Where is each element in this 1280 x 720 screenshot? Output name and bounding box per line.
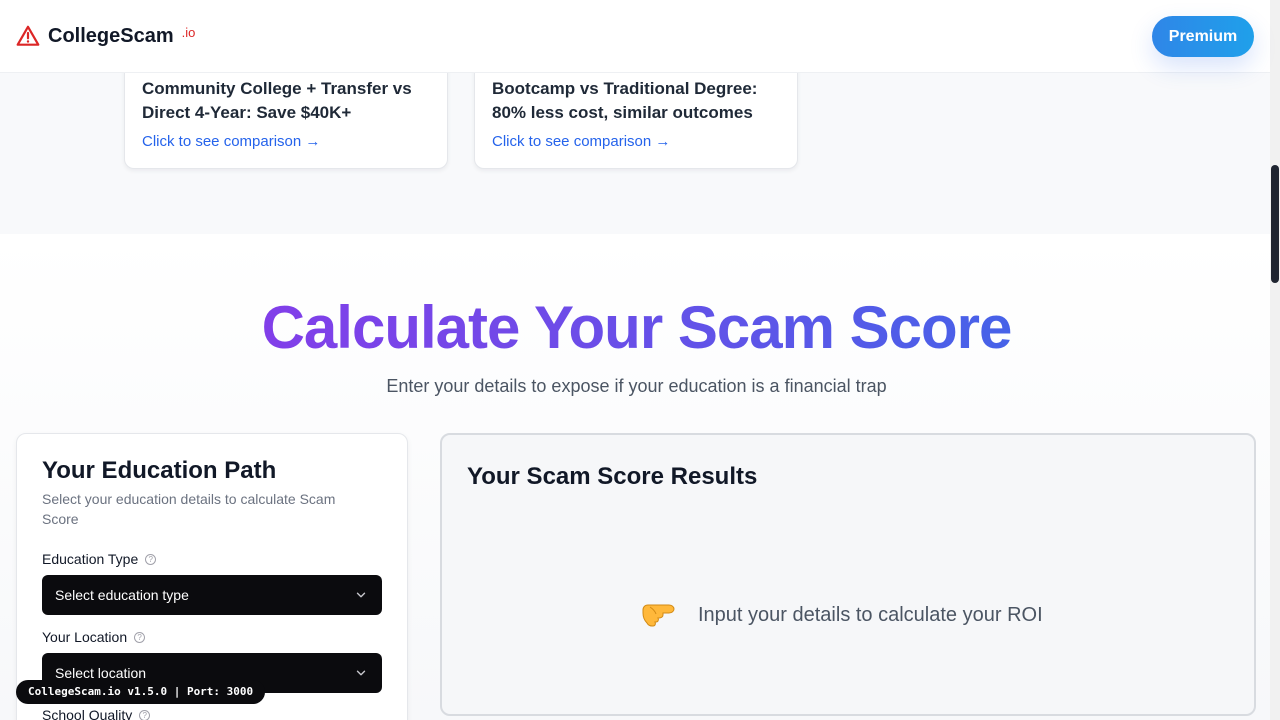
location-label: Your Location ?	[42, 629, 146, 645]
page: Community College + Transfer vs Direct 4…	[0, 0, 1280, 720]
education-type-label: Education Type ?	[42, 551, 157, 567]
page-scrollbar[interactable]	[1270, 0, 1280, 720]
site-header: CollegeScam .io Premium	[0, 0, 1270, 73]
school-quality-label: School Quality ?	[42, 707, 151, 720]
scrollbar-thumb[interactable]	[1271, 165, 1279, 283]
brand-name: CollegeScam	[48, 24, 174, 47]
brand-tld: .io	[181, 24, 196, 40]
location-label-text: Your Location	[42, 629, 128, 645]
help-icon[interactable]: ?	[134, 631, 146, 643]
calculator-title: Calculate Your Scam Score	[0, 293, 1273, 363]
pointing-hand-icon	[642, 604, 675, 627]
education-type-value: Select education type	[55, 587, 189, 603]
help-icon[interactable]: ?	[139, 709, 151, 720]
comparison-link[interactable]: Click to see comparison →	[142, 133, 320, 150]
results-empty-state: Input your details to calculate your ROI	[638, 598, 1043, 632]
results-card: Your Scam Score Results Input your detai…	[440, 433, 1256, 716]
version-badge: CollegeScam.io v1.5.0 | Port: 3000	[16, 680, 266, 704]
comparison-title: Community College + Transfer vs Direct 4…	[142, 79, 412, 122]
warning-triangle-icon	[16, 25, 40, 46]
form-title: Your Education Path	[42, 457, 277, 484]
education-type-label-text: Education Type	[42, 551, 139, 567]
premium-button[interactable]: Premium	[1152, 16, 1254, 57]
calculator-section: Calculate Your Scam Score Enter your det…	[0, 234, 1270, 720]
results-empty-message: Input your details to calculate your ROI	[698, 603, 1043, 626]
comparison-link[interactable]: Click to see comparison →	[492, 133, 670, 150]
school-quality-label-text: School Quality	[42, 707, 133, 720]
brand-logo[interactable]: CollegeScam .io	[16, 24, 195, 48]
location-value: Select location	[55, 665, 147, 681]
education-form-card: Your Education Path Select your educatio…	[16, 433, 408, 720]
help-icon[interactable]: ?	[145, 553, 157, 565]
form-description: Select your education details to calcula…	[42, 491, 336, 527]
results-title: Your Scam Score Results	[467, 463, 758, 490]
chevron-down-icon	[356, 592, 366, 598]
comparison-title: Bootcamp vs Traditional Degree: 80% less…	[492, 79, 758, 122]
calculator-subtitle: Enter your details to expose if your edu…	[386, 376, 887, 396]
education-type-select[interactable]: Select education type	[42, 575, 382, 615]
chevron-down-icon	[356, 670, 366, 676]
